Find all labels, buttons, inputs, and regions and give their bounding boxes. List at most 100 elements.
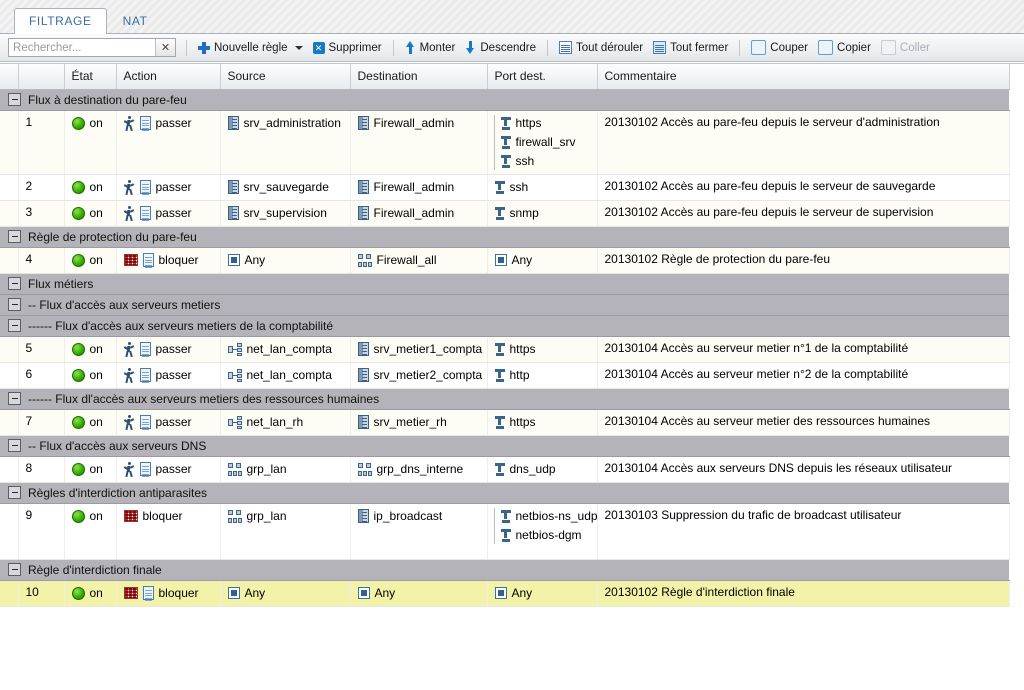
collapse-icon[interactable] — [8, 298, 21, 311]
rule-destination-cell[interactable]: srv_metier2_compta — [350, 362, 488, 389]
group-header-row[interactable]: Règle de protection du pare-feu — [0, 226, 1009, 248]
table-row[interactable]: 4 on bloquer Any Firewall_all Any 20130102 Règ… — [0, 247, 1010, 274]
table-row[interactable]: 6 on passer net_lan_compta srv_metier2_compt… — [0, 362, 1010, 389]
rule-action-cell[interactable]: passer — [116, 409, 221, 436]
collapse-icon[interactable] — [8, 439, 21, 452]
rule-comment-cell[interactable]: 20130104 Accès au serveur metier des res… — [597, 409, 1010, 436]
rule-source-cell[interactable]: Any — [220, 580, 351, 607]
rule-source-cell[interactable]: grp_lan — [220, 503, 351, 560]
new-rule-button[interactable]: Nouvelle règle — [193, 37, 308, 59]
group-header-row[interactable]: Flux à destination du pare-feu — [0, 89, 1009, 111]
rule-action-cell[interactable]: passer — [116, 456, 221, 483]
rule-comment-cell[interactable]: 20130102 Accès au pare-feu depuis le ser… — [597, 110, 1010, 175]
tab-filtrage[interactable]: FILTRAGE — [14, 8, 107, 34]
col-action[interactable]: Action — [116, 64, 221, 90]
rule-state-cell[interactable]: on — [64, 200, 117, 227]
col-port-dest[interactable]: Port dest. — [487, 64, 598, 90]
rule-source-cell[interactable]: net_lan_compta — [220, 362, 351, 389]
rule-comment-cell[interactable]: 20130104 Accès aux serveurs DNS depuis l… — [597, 456, 1010, 483]
tab-nat[interactable]: NAT — [108, 8, 163, 34]
collapse-icon[interactable] — [8, 277, 21, 290]
rule-state-cell[interactable]: on — [64, 362, 117, 389]
expand-all-button[interactable]: Tout dérouler — [554, 37, 648, 59]
rule-action-cell[interactable]: passer — [116, 362, 221, 389]
rule-comment-cell[interactable]: 20130104 Accès au serveur metier n°2 de … — [597, 362, 1010, 389]
rule-state-cell[interactable]: on — [64, 409, 117, 436]
rule-destination-cell[interactable]: Firewall_admin — [350, 110, 488, 175]
group-header-row[interactable]: -- Flux d'accès aux serveurs DNS — [0, 435, 1009, 457]
table-row[interactable]: 9 on bloquer grp_lan ip_broadcast netbios-ns_… — [0, 503, 1010, 560]
rule-destination-cell[interactable]: grp_dns_interne — [350, 456, 488, 483]
delete-button[interactable]: ✕ Supprimer — [308, 37, 387, 59]
rule-destination-cell[interactable]: Firewall_admin — [350, 200, 488, 227]
collapse-icon[interactable] — [8, 93, 21, 106]
col-etat[interactable]: État — [64, 64, 117, 90]
col-destination[interactable]: Destination — [350, 64, 488, 90]
rule-port-cell[interactable]: Any — [487, 580, 598, 607]
collapse-icon[interactable] — [8, 563, 21, 576]
collapse-all-button[interactable]: Tout fermer — [648, 37, 733, 59]
rule-port-cell[interactable]: netbios-ns_udp netbios-dgm — [487, 503, 598, 560]
rule-port-cell[interactable]: snmp — [487, 200, 598, 227]
rule-destination-cell[interactable]: Firewall_admin — [350, 174, 488, 201]
group-header-row[interactable]: Règles d'interdiction antiparasites — [0, 482, 1009, 504]
col-number[interactable] — [18, 64, 65, 90]
table-row[interactable]: 10 on bloquer Any Any Any 20130102 Règle d'int… — [0, 580, 1010, 607]
rule-state-cell[interactable]: on — [64, 174, 117, 201]
rule-comment-cell[interactable]: 20130102 Règle de protection du pare-feu — [597, 247, 1010, 274]
table-row[interactable]: 7 on passer net_lan_rh srv_metier_rh https 201… — [0, 409, 1010, 436]
rule-action-cell[interactable]: passer — [116, 336, 221, 363]
group-header-row[interactable]: Règle d'interdiction finale — [0, 559, 1009, 581]
rule-destination-cell[interactable]: ip_broadcast — [350, 503, 488, 560]
collapse-icon[interactable] — [8, 230, 21, 243]
rule-state-cell[interactable]: on — [64, 580, 117, 607]
rule-source-cell[interactable]: srv_administration — [220, 110, 351, 175]
group-header-row[interactable]: ------ Flux dl'accès aux serveurs metier… — [0, 388, 1009, 410]
search-clear-icon[interactable]: ✕ — [155, 39, 175, 56]
chevron-down-icon[interactable] — [294, 45, 303, 50]
rule-port-cell[interactable]: ssh — [487, 174, 598, 201]
group-header-row[interactable]: -- Flux d'accès aux serveurs metiers — [0, 294, 1009, 316]
rule-action-cell[interactable]: bloquer — [116, 580, 221, 607]
group-header-row[interactable]: Flux métiers — [0, 273, 1009, 295]
rule-port-cell[interactable]: dns_udp — [487, 456, 598, 483]
cut-button[interactable]: Couper — [746, 37, 813, 59]
rule-state-cell[interactable]: on — [64, 336, 117, 363]
rule-source-cell[interactable]: grp_lan — [220, 456, 351, 483]
rule-action-cell[interactable]: passer — [116, 174, 221, 201]
rule-source-cell[interactable]: Any — [220, 247, 351, 274]
rule-source-cell[interactable]: srv_sauvegarde — [220, 174, 351, 201]
table-row[interactable]: 5 on passer net_lan_compta srv_metier1_compt… — [0, 336, 1010, 363]
rule-destination-cell[interactable]: Any — [350, 580, 488, 607]
rule-state-cell[interactable]: on — [64, 247, 117, 274]
table-row[interactable]: 1 on passer srv_administration Firewall_admi… — [0, 110, 1010, 175]
rule-destination-cell[interactable]: Firewall_all — [350, 247, 488, 274]
group-header-row[interactable]: ------ Flux d'accès aux serveurs metiers… — [0, 315, 1009, 337]
move-down-button[interactable]: Descendre — [460, 37, 541, 59]
col-commentaire[interactable]: Commentaire — [597, 64, 1010, 90]
rule-comment-cell[interactable]: 20130102 Accès au pare-feu depuis le ser… — [597, 200, 1010, 227]
rule-action-cell[interactable]: bloquer — [116, 247, 221, 274]
rule-comment-cell[interactable]: 20130102 Accès au pare-feu depuis le ser… — [597, 174, 1010, 201]
collapse-icon[interactable] — [8, 319, 21, 332]
collapse-icon[interactable] — [8, 486, 21, 499]
rule-destination-cell[interactable]: srv_metier1_compta — [350, 336, 488, 363]
rule-port-cell[interactable]: https — [487, 336, 598, 363]
rule-port-cell[interactable]: Any — [487, 247, 598, 274]
search-box[interactable]: ✕ — [8, 38, 176, 57]
rule-action-cell[interactable]: passer — [116, 200, 221, 227]
search-input[interactable] — [9, 39, 155, 56]
rule-state-cell[interactable]: on — [64, 503, 117, 560]
rule-action-cell[interactable]: bloquer — [116, 503, 221, 560]
col-source[interactable]: Source — [220, 64, 351, 90]
rule-source-cell[interactable]: net_lan_rh — [220, 409, 351, 436]
rule-port-cell[interactable]: https firewall_srv ssh — [487, 110, 598, 175]
collapse-icon[interactable] — [8, 392, 21, 405]
rule-comment-cell[interactable]: 20130104 Accès au serveur metier n°1 de … — [597, 336, 1010, 363]
rule-comment-cell[interactable]: 20130103 Suppression du trafic de broadc… — [597, 503, 1010, 560]
table-row[interactable]: 8 on passer grp_lan grp_dns_interne dns_udp 20… — [0, 456, 1010, 483]
rule-source-cell[interactable]: net_lan_compta — [220, 336, 351, 363]
rule-port-cell[interactable]: http — [487, 362, 598, 389]
rule-port-cell[interactable]: https — [487, 409, 598, 436]
move-up-button[interactable]: Monter — [400, 37, 461, 59]
